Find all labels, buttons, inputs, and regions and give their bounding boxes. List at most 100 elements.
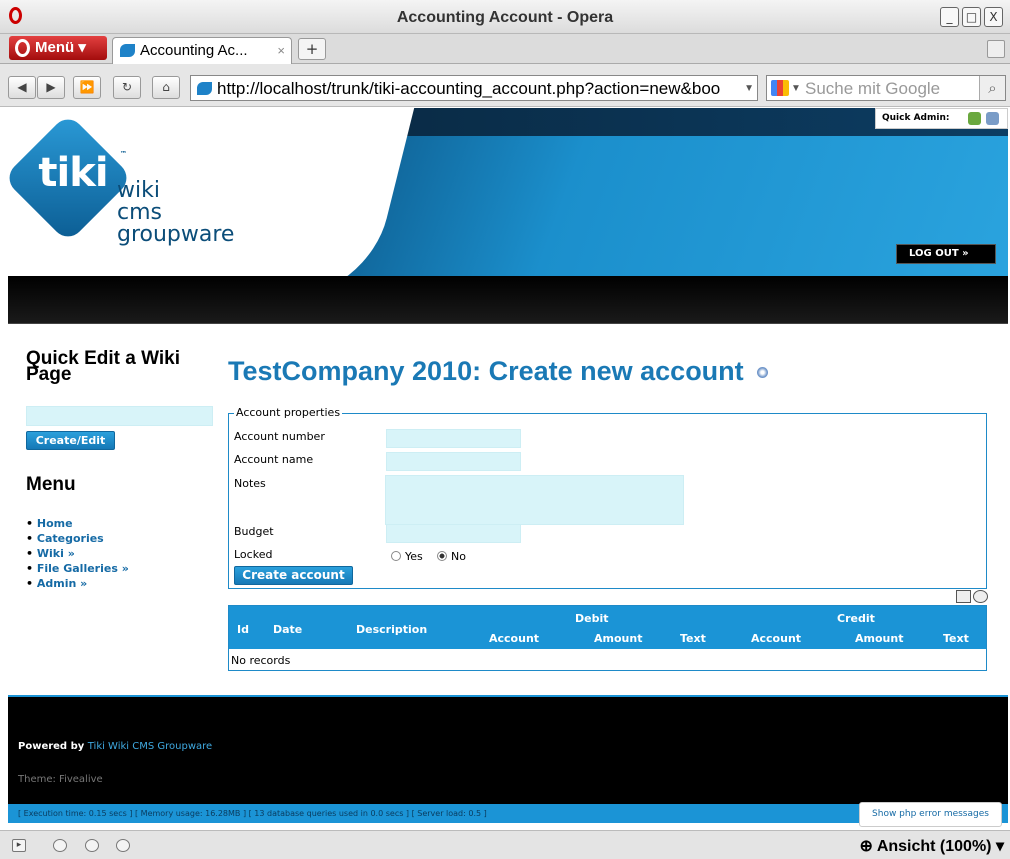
column-id: Id <box>237 623 249 636</box>
zoom-control[interactable]: ⊕ Ansicht (100%) ▾ <box>860 836 1004 856</box>
sidebar-menu: Home Categories Wiki » File Galleries » … <box>26 516 129 591</box>
locked-yes-label: Yes <box>405 550 423 563</box>
page-title-text: TestCompany 2010: Create new account <box>228 356 744 386</box>
zoom-label: Ansicht (100%) <box>876 838 992 855</box>
opera-menu-label: Menü <box>35 39 75 56</box>
new-tab-button[interactable]: + <box>298 38 326 60</box>
quick-edit-page-input[interactable] <box>26 406 213 426</box>
left-column: Quick Edit a Wiki Page Create/Edit Menu … <box>26 348 216 590</box>
create-edit-button[interactable]: Create/Edit <box>26 431 115 450</box>
account-name-input[interactable] <box>386 452 521 471</box>
account-name-label: Account name <box>234 453 314 466</box>
page-content: tiki ™ wiki cms groupware Quick Admin: L… <box>8 108 1008 828</box>
locked-no-label: No <box>451 550 466 563</box>
locked-yes-radio[interactable]: Yes <box>391 550 423 563</box>
sync-icon[interactable] <box>53 839 67 852</box>
minimize-button[interactable]: _ <box>940 7 959 27</box>
logout-button[interactable]: LOG OUT » <box>896 244 996 264</box>
recycle-icon[interactable] <box>968 112 981 125</box>
budget-input[interactable] <box>386 524 521 543</box>
radio-circle-icon <box>391 551 401 561</box>
column-debit-text: Text <box>680 632 706 645</box>
execution-stats: [ Execution time: 0.15 secs ] [ Memory u… <box>8 804 1008 823</box>
table-header: Id Date Description Debit Credit Account… <box>229 606 986 649</box>
table-view-icon[interactable] <box>956 590 971 603</box>
journal-table: Id Date Description Debit Credit Account… <box>228 605 987 671</box>
logo-trademark: ™ <box>120 150 127 158</box>
quick-edit-title: Quick Edit a Wiki Page <box>26 348 180 385</box>
site-footer: Powered by Tiki Wiki CMS Groupware Theme… <box>8 695 1008 807</box>
column-group-credit: Credit <box>837 612 875 625</box>
no-records-text: No records <box>231 654 291 667</box>
fieldset-legend: Account properties <box>234 406 343 419</box>
address-toolbar: ◀ ▶ ⏩ ↻ ⌂ http://localhost/trunk/tiki-ac… <box>0 64 1010 107</box>
reload-button[interactable]: ↻ <box>113 76 141 99</box>
radio-selected-icon <box>437 551 447 561</box>
notes-label: Notes <box>234 477 266 490</box>
column-group-debit: Debit <box>575 612 609 625</box>
account-properties-fieldset: Account properties Account number Accoun… <box>228 406 987 589</box>
column-credit-text: Text <box>943 632 969 645</box>
back-button[interactable]: ◀ <box>8 76 36 99</box>
menu-item-home[interactable]: Home <box>26 516 129 531</box>
logo-word: tiki <box>38 150 108 196</box>
top-navigation-bar <box>8 276 1008 324</box>
logo-line-groupware: groupware <box>117 222 235 247</box>
site-header: tiki ™ wiki cms groupware Quick Admin: L… <box>8 108 1008 276</box>
menu-item-categories[interactable]: Categories <box>26 531 129 546</box>
google-icon[interactable] <box>771 80 789 96</box>
theme-text: Theme: Fivealive <box>18 774 103 785</box>
menu-item-wiki[interactable]: Wiki » <box>26 546 129 561</box>
address-input[interactable]: http://localhost/trunk/tiki-accounting_a… <box>190 75 758 101</box>
tab-accounting[interactable]: Accounting Ac... × <box>112 37 292 64</box>
column-debit-amount: Amount <box>594 632 643 645</box>
search-engine-dropdown-icon[interactable]: ▼ <box>791 76 801 101</box>
window-title: Accounting Account - Opera <box>396 9 614 26</box>
maximize-button[interactable]: □ <box>962 7 981 27</box>
wrench-icon[interactable] <box>986 112 999 125</box>
menu-title: Menu <box>26 474 76 495</box>
opera-menu-button[interactable]: Menü ▾ <box>9 36 107 60</box>
turbo-icon[interactable] <box>116 839 130 852</box>
table-tools <box>954 590 988 606</box>
closed-tabs-icon[interactable] <box>987 40 1005 58</box>
powered-by-link[interactable]: Tiki Wiki CMS Groupware <box>88 741 212 752</box>
logo-line-cms: cms <box>117 200 162 225</box>
create-account-button[interactable]: Create account <box>234 566 353 585</box>
column-credit-account: Account <box>751 632 802 645</box>
forward-button[interactable]: ▶ <box>37 76 65 99</box>
tab-bar: Menü ▾ Accounting Ac... × + <box>0 34 1010 64</box>
powered-by: Powered by Tiki Wiki CMS Groupware <box>18 741 212 752</box>
locked-label: Locked <box>234 548 273 561</box>
column-date: Date <box>273 623 303 636</box>
locked-no-radio[interactable]: No <box>437 550 466 563</box>
unite-icon[interactable] <box>85 839 99 852</box>
column-description: Description <box>356 623 428 636</box>
close-window-button[interactable]: X <box>984 7 1003 27</box>
account-number-input[interactable] <box>386 429 521 448</box>
quick-admin-label: Quick Admin: <box>882 113 950 123</box>
logo-line-wiki: wiki <box>117 178 160 203</box>
tiki-favicon-icon <box>120 44 135 57</box>
tiki-favicon-icon <box>197 82 212 95</box>
search-input[interactable]: ▼ Suche mit Google ⌕ <box>766 75 1006 101</box>
panel-toggle-icon[interactable]: ▸ <box>12 839 26 852</box>
column-debit-account: Account <box>489 632 540 645</box>
page-title: TestCompany 2010: Create new account <box>228 356 769 387</box>
tab-close-icon[interactable]: × <box>277 38 285 64</box>
fast-forward-button[interactable]: ⏩ <box>73 76 101 99</box>
print-icon[interactable] <box>973 590 988 603</box>
column-credit-amount: Amount <box>855 632 904 645</box>
opera-logo-icon <box>15 39 30 57</box>
help-icon[interactable] <box>757 367 769 379</box>
menu-item-file-galleries[interactable]: File Galleries » <box>26 561 129 576</box>
powered-by-label: Powered by <box>18 741 85 752</box>
notes-textarea[interactable] <box>385 475 684 525</box>
window-titlebar: Accounting Account - Opera _ □ X <box>0 0 1010 34</box>
budget-label: Budget <box>234 525 274 538</box>
menu-item-admin[interactable]: Admin » <box>26 576 129 591</box>
home-button[interactable]: ⌂ <box>152 76 180 99</box>
address-dropdown-icon[interactable]: ▼ <box>742 76 754 100</box>
show-php-errors-button[interactable]: Show php error messages <box>859 802 1002 827</box>
search-icon[interactable]: ⌕ <box>979 76 1005 100</box>
